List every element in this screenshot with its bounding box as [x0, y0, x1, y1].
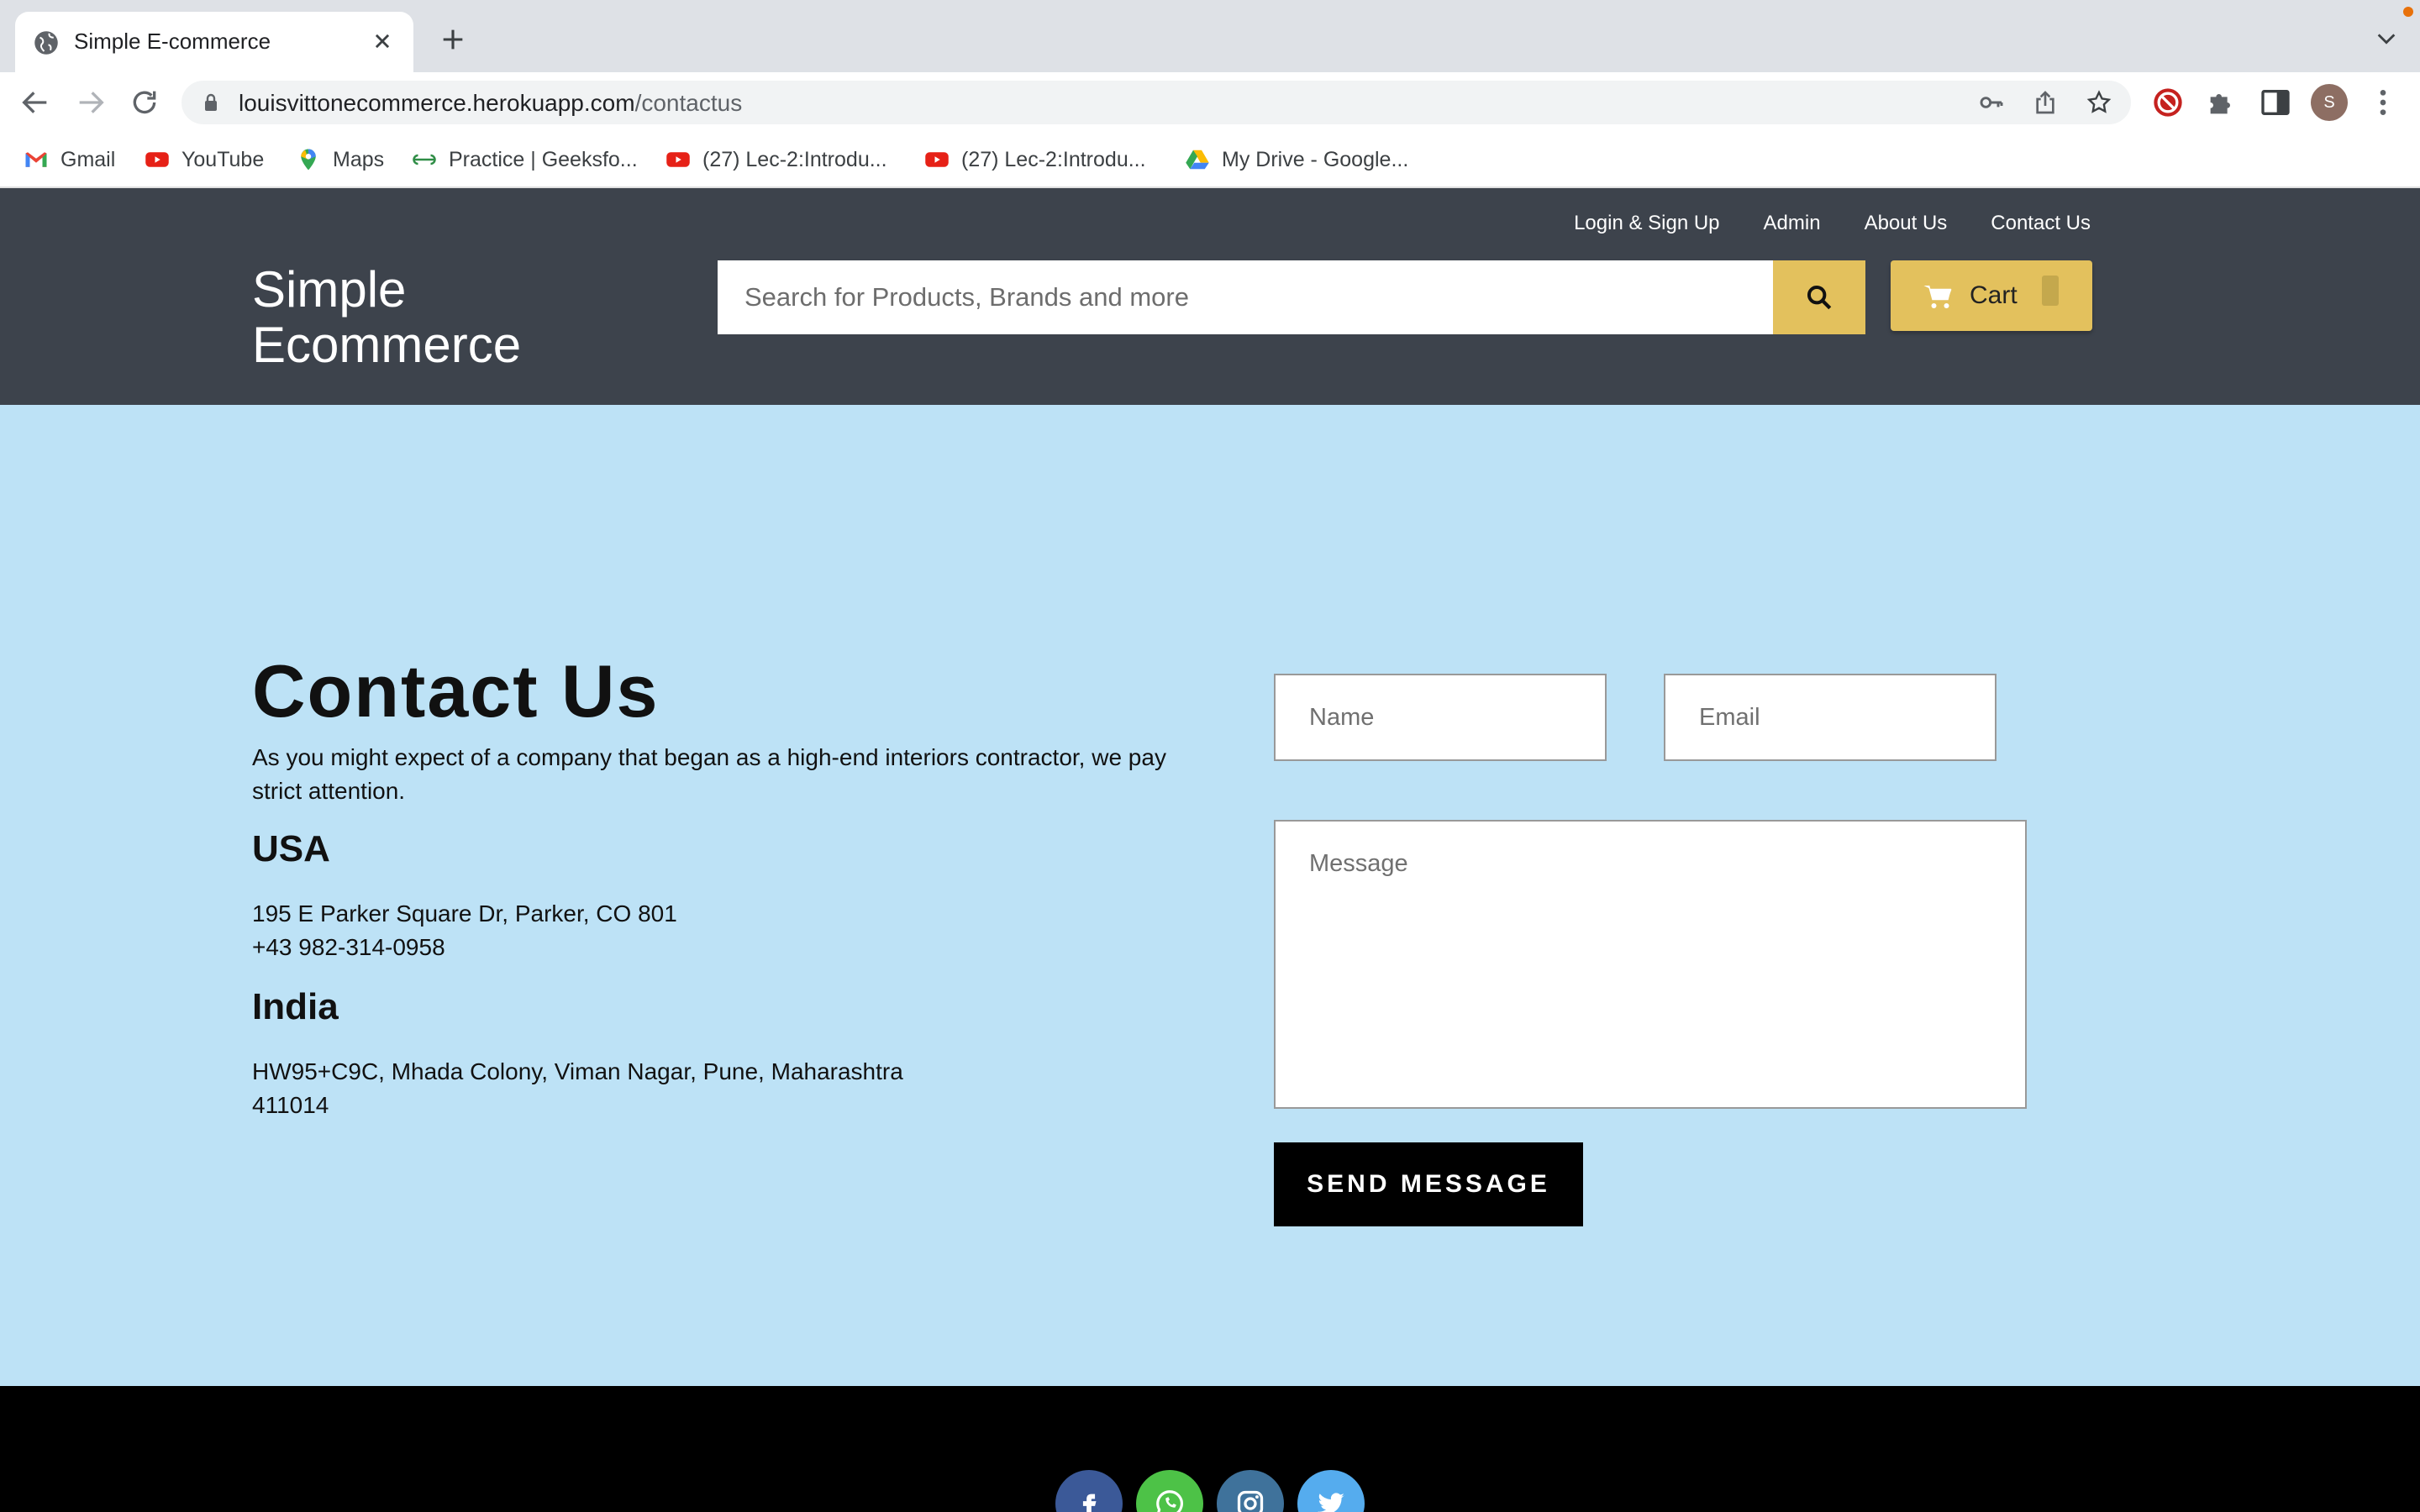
- address-bar[interactable]: louisvittonecommerce.herokuapp.com/conta…: [182, 81, 2131, 124]
- side-panel-icon[interactable]: [2259, 86, 2292, 119]
- new-tab-icon[interactable]: [439, 25, 467, 54]
- instagram-link[interactable]: [1217, 1470, 1284, 1512]
- region-title-india: India: [252, 986, 339, 1027]
- whatsapp-link[interactable]: [1136, 1470, 1203, 1512]
- site-footer: [0, 1386, 2420, 1512]
- facebook-link[interactable]: [1055, 1470, 1123, 1512]
- bookmark-geeksforgeeks[interactable]: Practice | Geeksfo...: [412, 144, 638, 175]
- nav-about-us[interactable]: About Us: [1865, 212, 1948, 235]
- instagram-icon: [1237, 1490, 1264, 1512]
- bookmark-label: Gmail: [60, 147, 116, 171]
- share-icon[interactable]: [2032, 89, 2059, 116]
- email-field[interactable]: [1664, 674, 1996, 761]
- notification-dot: [2403, 7, 2413, 17]
- bookmark-youtube[interactable]: YouTube: [145, 144, 264, 175]
- bookmark-label: Practice | Geeksfo...: [449, 147, 638, 171]
- star-icon[interactable]: [2086, 89, 2112, 116]
- url-text[interactable]: louisvittonecommerce.herokuapp.com/conta…: [239, 90, 742, 117]
- twitter-icon: [1318, 1493, 1344, 1512]
- browser-toolbar: louisvittonecommerce.herokuapp.com/conta…: [0, 72, 2420, 133]
- gmail-icon: [25, 152, 47, 167]
- tab-title: Simple E-commerce: [74, 29, 271, 54]
- cart-count-badge: [2042, 276, 2059, 306]
- site-logo[interactable]: Simple Ecommerce: [252, 262, 521, 373]
- reload-icon[interactable]: [128, 86, 161, 119]
- name-field[interactable]: [1274, 674, 1607, 761]
- bookmark-label: (27) Lec-2:Introdu...: [961, 147, 1146, 171]
- twitter-link[interactable]: [1297, 1470, 1365, 1512]
- youtube-icon: [666, 152, 690, 167]
- lock-icon[interactable]: [202, 92, 220, 113]
- facebook-icon: [1082, 1494, 1097, 1512]
- usa-phone: +43 982-314-0958: [252, 934, 445, 960]
- usa-address: 195 E Parker Square Dr, Parker, CO 801: [252, 900, 677, 927]
- search-icon: [1807, 285, 1832, 310]
- browser-tabstrip: Simple E-commerce: [0, 0, 2420, 72]
- chevron-down-icon[interactable]: [2375, 30, 2398, 47]
- logo-line-1: Simple: [252, 261, 407, 318]
- india-address: HW95+C9C, Mhada Colony, Viman Nagar, Pun…: [252, 1058, 903, 1084]
- globe-icon: [34, 31, 58, 55]
- nav-admin[interactable]: Admin: [1764, 212, 1821, 235]
- india-postcode: 411014: [252, 1092, 329, 1118]
- search-button[interactable]: [1773, 260, 1865, 334]
- browser-tab[interactable]: Simple E-commerce: [15, 12, 413, 72]
- bookmark-google-drive[interactable]: My Drive - Google...: [1185, 144, 1408, 175]
- site-header: Login & Sign Up Admin About Us Contact U…: [0, 188, 2420, 405]
- bookmarks-bar: Gmail YouTube Maps Practice | Geeksfo...…: [0, 133, 2420, 188]
- cart-button[interactable]: Cart: [1891, 260, 2092, 331]
- send-message-button[interactable]: SEND MESSAGE: [1274, 1142, 1583, 1226]
- bookmark-label: My Drive - Google...: [1222, 147, 1409, 171]
- contact-description: As you might expect of a company that be…: [252, 744, 1166, 804]
- google-drive-icon: [1186, 150, 1209, 170]
- geeksforgeeks-icon: [413, 154, 436, 165]
- url-host: louisvittonecommerce.herokuapp.com: [239, 90, 635, 116]
- bookmark-maps[interactable]: Maps: [296, 144, 384, 175]
- youtube-icon: [145, 152, 169, 167]
- message-field[interactable]: [1274, 820, 2027, 1109]
- bookmark-label: Maps: [333, 147, 385, 171]
- whatsapp-icon: [1156, 1490, 1183, 1512]
- bookmark-gmail[interactable]: Gmail: [24, 144, 115, 175]
- cart-label: Cart: [1970, 281, 2018, 309]
- nav-contact-us[interactable]: Contact Us: [1991, 212, 2091, 235]
- page-title: Contact Us: [252, 649, 660, 732]
- profile-avatar[interactable]: S: [2311, 84, 2348, 121]
- bookmark-label: YouTube: [182, 147, 265, 171]
- url-path: /contactus: [634, 90, 743, 116]
- bookmark-label: (27) Lec-2:Introdu...: [702, 147, 887, 171]
- youtube-icon: [925, 152, 949, 167]
- block-extension-icon[interactable]: [2151, 86, 2185, 119]
- puzzle-icon[interactable]: [2205, 86, 2238, 119]
- back-arrow-icon[interactable]: [18, 86, 52, 119]
- logo-line-2: Ecommerce: [252, 317, 522, 373]
- close-icon[interactable]: [368, 27, 397, 55]
- maps-icon: [301, 149, 316, 171]
- contact-section: Contact Us As you might expect of a comp…: [0, 405, 2420, 1386]
- top-nav: Login & Sign Up Admin About Us Contact U…: [1574, 212, 2091, 235]
- forward-arrow-icon[interactable]: [74, 86, 108, 119]
- product-search: [718, 260, 1865, 334]
- region-title-usa: USA: [252, 828, 330, 869]
- shopping-cart-icon: [1923, 285, 1952, 308]
- search-input[interactable]: [718, 260, 1773, 334]
- bookmark-youtube-lec-2[interactable]: (27) Lec-2:Introdu...: [924, 144, 1146, 175]
- bookmark-youtube-lec-1[interactable]: (27) Lec-2:Introdu...: [666, 144, 887, 175]
- kebab-menu-icon[interactable]: [2366, 86, 2400, 119]
- key-icon[interactable]: [1978, 89, 2005, 116]
- nav-login-signup[interactable]: Login & Sign Up: [1574, 212, 1719, 235]
